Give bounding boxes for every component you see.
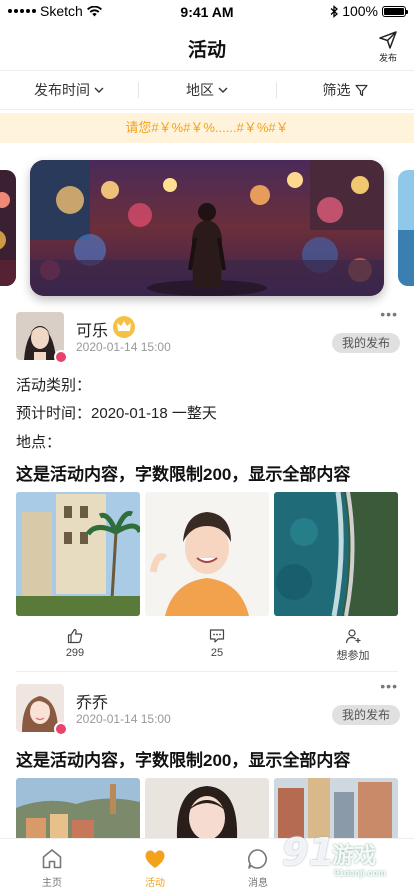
home-icon: [42, 849, 62, 869]
tab-bar: 主页 活动 消息 91 游戏 91danji.com: [0, 830, 414, 896]
tab-home[interactable]: 主页: [22, 847, 82, 889]
my-post-tag[interactable]: 我的发布: [331, 705, 400, 725]
notice-banner[interactable]: 请您#￥%#￥%......#￥%#￥: [0, 113, 414, 143]
chat-icon: [247, 849, 267, 869]
funnel-icon: [354, 84, 368, 96]
post-photo[interactable]: [145, 492, 269, 616]
post-content[interactable]: 这是活动内容，字数限制200，显示全部内容: [16, 460, 350, 485]
location-label: 地点：: [16, 434, 62, 451]
join-button[interactable]: 想参加: [313, 628, 393, 663]
filter-screen[interactable]: 筛选: [276, 80, 414, 100]
watermark-number: 91: [282, 830, 335, 874]
banner-image-painting[interactable]: [30, 160, 384, 296]
post-photo[interactable]: [16, 778, 140, 840]
filter-label: 发布时间: [34, 82, 90, 98]
watermark-text: 游戏: [332, 843, 377, 868]
post-actions: 299 25 想参加: [0, 626, 414, 672]
tab-label: 活动: [145, 878, 165, 889]
publish-label: 发布: [378, 53, 397, 63]
nav-bar: 活动 发布: [0, 24, 414, 68]
my-post-tag[interactable]: 我的发布: [331, 333, 400, 353]
filter-label: 地区: [186, 82, 214, 98]
filter-region[interactable]: 地区: [138, 80, 276, 100]
more-icon[interactable]: •••: [380, 678, 398, 694]
banner-prev-image[interactable]: [0, 170, 16, 286]
post-time: 2020-01-14 15:00: [76, 712, 171, 726]
post-card: 乔乔 2020-01-14 15:00 ••• 我的发布 这是活动内容，字数限制…: [0, 672, 414, 840]
comment-count: 25: [210, 647, 224, 659]
category-label: 活动类别：: [16, 377, 92, 394]
like-count: 299: [65, 647, 85, 659]
chevron-down-icon: [94, 87, 104, 93]
battery-percent: 100%: [342, 3, 378, 19]
comment-button[interactable]: 25: [177, 628, 257, 659]
watermark-url: 91danji.com: [334, 868, 387, 878]
chevron-down-icon: [218, 87, 228, 93]
schedule-label: 预计时间：: [16, 405, 92, 422]
schedule-row: 预计时间：2020-01-18 一整天: [16, 402, 217, 423]
banner-carousel[interactable]: [0, 158, 414, 298]
comment-icon: [209, 629, 225, 643]
bluetooth-icon: [330, 4, 339, 18]
page-title: 活动: [187, 40, 226, 61]
banner-next-image[interactable]: [398, 170, 414, 286]
gender-badge-icon: [54, 722, 68, 736]
username[interactable]: 乔乔: [76, 689, 108, 713]
filter-bar: 发布时间 地区 筛选: [0, 70, 414, 110]
filter-label: 筛选: [322, 82, 351, 98]
battery-group: 100%: [330, 3, 408, 19]
tab-label: 主页: [42, 878, 62, 889]
add-user-icon: [345, 629, 361, 644]
post-photo[interactable]: [145, 778, 269, 840]
like-button[interactable]: 299: [35, 628, 115, 659]
heart-icon: [145, 850, 165, 868]
post-time: 2020-01-14 15:00: [76, 340, 171, 354]
join-label: 想参加: [336, 650, 370, 662]
more-icon[interactable]: •••: [380, 306, 398, 322]
post-content[interactable]: 这是活动内容，字数限制200，显示全部内容: [16, 746, 350, 771]
status-bar: Sketch 9:41 AM 100%: [0, 0, 414, 24]
battery-icon: [382, 5, 408, 17]
tab-activity[interactable]: 活动: [125, 847, 185, 889]
crown-icon: [113, 316, 135, 338]
post-card: 可乐 2020-01-14 15:00 ••• 我的发布 活动类别： 预计时间：…: [0, 300, 414, 672]
thumbs-up-icon: [67, 628, 83, 644]
send-icon: [379, 31, 397, 49]
publish-button[interactable]: 发布: [376, 30, 400, 64]
post-photo[interactable]: [16, 492, 140, 616]
schedule-value: 2020-01-18 一整天: [91, 405, 217, 422]
tab-label: 消息: [248, 878, 268, 889]
gender-badge-icon: [54, 350, 68, 364]
watermark-logo: 91 游戏 91danji.com: [278, 828, 408, 888]
filter-publish-time[interactable]: 发布时间: [0, 80, 138, 100]
username[interactable]: 可乐: [76, 317, 108, 341]
post-photo[interactable]: [274, 492, 398, 616]
